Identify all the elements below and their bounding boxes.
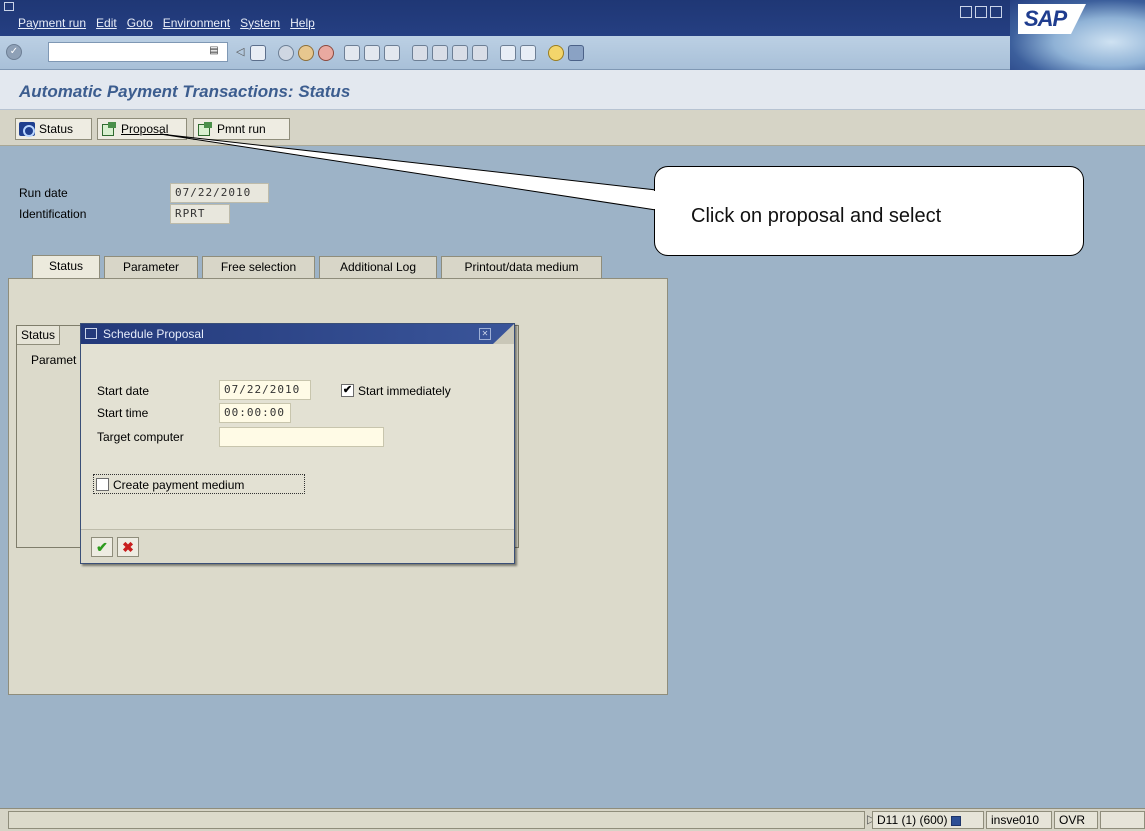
callout-pointer-join bbox=[653, 191, 657, 209]
system-info-text: D11 (1) (600) bbox=[877, 813, 948, 827]
system-info: D11 (1) (600) bbox=[872, 811, 984, 829]
server-name: insve010 bbox=[986, 811, 1052, 829]
insert-mode: OVR bbox=[1054, 811, 1098, 829]
resize-grip[interactable] bbox=[1100, 811, 1145, 829]
status-message-area bbox=[8, 811, 865, 829]
system-info-icon[interactable] bbox=[950, 815, 961, 826]
status-bar: ▷ D11 (1) (600) insve010 OVR bbox=[0, 808, 1145, 831]
